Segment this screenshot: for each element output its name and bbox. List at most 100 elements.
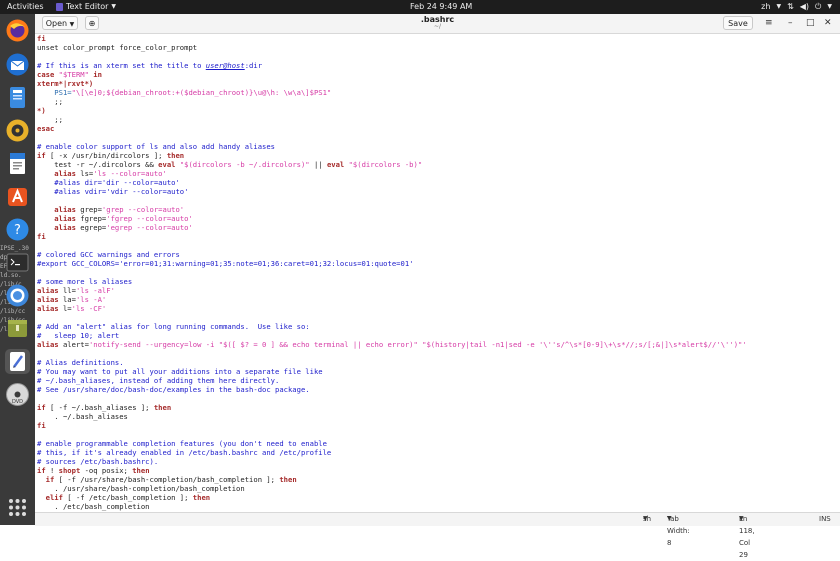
code-line[interactable]: # sources /etc/bash.bashrc). xyxy=(37,457,840,466)
code-token: # ~/.bash_aliases, instead of adding the… xyxy=(37,376,280,385)
code-line[interactable]: # Add an "alert" alias for long running … xyxy=(37,322,840,331)
code-token: alias xyxy=(37,340,63,349)
chevron-down-icon: ▼ xyxy=(776,3,782,10)
code-line[interactable]: alias egrep='egrep --color=auto' xyxy=(37,223,840,232)
code-line[interactable]: # Alias definitions. xyxy=(37,358,840,367)
chevron-down-icon: ▼ xyxy=(111,3,117,10)
minimize-icon[interactable]: – xyxy=(788,17,793,29)
files-icon[interactable] xyxy=(5,85,30,110)
code-line[interactable]: ;; xyxy=(37,97,840,106)
terminal-icon[interactable] xyxy=(5,250,30,275)
code-token: [ -f ~/.bash_aliases ]; xyxy=(49,403,154,412)
code-line[interactable]: alias fgrep='fgrep --color=auto' xyxy=(37,214,840,223)
code-line[interactable]: ​ xyxy=(37,268,840,277)
help-icon[interactable]: ? xyxy=(5,217,30,242)
app-grid-icon[interactable] xyxy=(5,495,30,520)
code-line[interactable]: # If this is an xterm set the title to u… xyxy=(37,61,840,70)
code-line[interactable]: PS1="\[\e]0;${debian_chroot:+($debian_ch… xyxy=(37,88,840,97)
app-menu[interactable]: Text Editor ▼ xyxy=(56,0,116,14)
code-line[interactable]: ​ xyxy=(37,241,840,250)
code-line[interactable]: fi xyxy=(37,34,840,43)
menu-icon[interactable]: ≡ xyxy=(765,17,773,29)
writer-icon[interactable] xyxy=(5,151,30,176)
software-icon[interactable] xyxy=(5,184,30,209)
code-line[interactable]: # sleep 10; alert xyxy=(37,331,840,340)
text-editor-area[interactable]: fiunset color_prompt force_color_prompt​… xyxy=(35,34,840,512)
code-line[interactable]: #alias vdir='vdir --color=auto' xyxy=(37,187,840,196)
code-line[interactable]: # enable color support of ls and also ad… xyxy=(37,142,840,151)
code-token: alias xyxy=(37,214,81,223)
system-tray[interactable]: zh ▼ ⇅ ◀) ⏻ ▼ xyxy=(761,0,832,14)
code-token: fgrep= xyxy=(80,214,107,223)
code-line[interactable]: alias l='ls -CF' xyxy=(37,304,840,313)
code-token: then xyxy=(132,466,150,475)
clock[interactable]: Feb 24 9:49 AM xyxy=(410,0,472,14)
svg-text:?: ? xyxy=(14,223,21,238)
code-line[interactable]: # ~/.bash_aliases, instead of adding the… xyxy=(37,376,840,385)
code-token: if xyxy=(37,466,50,475)
code-token: # enable color support of ls and also ad… xyxy=(37,142,275,151)
code-token: fi xyxy=(37,34,46,43)
close-icon[interactable]: ✕ xyxy=(824,17,832,29)
rhythmbox-icon[interactable] xyxy=(5,118,30,143)
save-button[interactable]: Save xyxy=(723,16,753,30)
code-token: # sleep 10; alert xyxy=(37,331,120,340)
code-token: # some more ls aliases xyxy=(37,277,133,286)
code-line[interactable]: if [ -f /usr/share/bash-completion/bash_… xyxy=(37,475,840,484)
code-line[interactable]: fi xyxy=(37,421,840,430)
code-line[interactable]: . /usr/share/bash-completion/bash_comple… xyxy=(37,484,840,493)
code-line[interactable]: if [ -f ~/.bash_aliases ]; then xyxy=(37,403,840,412)
code-token: unset color_prompt force_color_prompt xyxy=(37,43,198,52)
code-line[interactable]: # You may want to put all your additions… xyxy=(37,367,840,376)
code-line[interactable]: fi xyxy=(37,232,840,241)
code-line[interactable]: alias grep='grep --color=auto' xyxy=(37,205,840,214)
code-line[interactable]: ​ xyxy=(37,133,840,142)
code-line[interactable]: unset color_prompt force_color_prompt xyxy=(37,43,840,52)
code-line[interactable]: #alias dir='dir --color=auto' xyxy=(37,178,840,187)
thunderbird-icon[interactable] xyxy=(5,52,30,77)
dvd-icon[interactable]: DVD xyxy=(5,382,30,407)
code-line[interactable]: alias ls='ls --color=auto' xyxy=(37,169,840,178)
activities-button[interactable]: Activities xyxy=(7,0,44,14)
code-line[interactable]: #export GCC_COLORS='error=01;31:warning=… xyxy=(37,259,840,268)
code-line[interactable]: # some more ls aliases xyxy=(37,277,840,286)
archive-icon[interactable] xyxy=(5,316,30,341)
code-line[interactable]: ;; xyxy=(37,115,840,124)
code-line[interactable]: # See /usr/share/doc/bash-doc/examples i… xyxy=(37,385,840,394)
code-line[interactable]: ​ xyxy=(37,430,840,439)
code-token: # this, if it's already enabled in /etc/… xyxy=(37,448,332,457)
code-line[interactable]: . ~/.bash_aliases xyxy=(37,412,840,421)
code-line[interactable]: . /etc/bash_completion xyxy=(37,502,840,511)
chrome-icon[interactable] xyxy=(5,283,30,308)
code-line[interactable]: *) xyxy=(37,106,840,115)
text-editor-icon[interactable] xyxy=(5,349,30,374)
code-line[interactable]: ​ xyxy=(37,349,840,358)
code-token: elif xyxy=(37,493,68,502)
code-line[interactable]: # colored GCC warnings and errors xyxy=(37,250,840,259)
code-line[interactable]: alias ll='ls -alF' xyxy=(37,286,840,295)
code-line[interactable]: # this, if it's already enabled in /etc/… xyxy=(37,448,840,457)
code-line[interactable]: if [ -x /usr/bin/dircolors ]; then xyxy=(37,151,840,160)
code-line[interactable]: if ! shopt -oq posix; then xyxy=(37,466,840,475)
code-line[interactable]: alias alert='notify-send --urgency=low -… xyxy=(37,340,840,349)
code-line[interactable]: ​ xyxy=(37,313,840,322)
insert-mode-indicator[interactable]: INS xyxy=(819,513,831,525)
code-line[interactable]: elif [ -f /etc/bash_completion ]; then xyxy=(37,493,840,502)
code-line[interactable]: case "$TERM" in xyxy=(37,70,840,79)
code-line[interactable]: ​ xyxy=(37,196,840,205)
code-line[interactable]: test -r ~/.dircolors && eval "$(dircolor… xyxy=(37,160,840,169)
code-line[interactable]: ​ xyxy=(37,394,840,403)
code-token: 'notify-send --urgency=low -i "$([ $? = … xyxy=(88,340,747,349)
code-view[interactable]: fiunset color_prompt force_color_prompt​… xyxy=(35,34,840,511)
firefox-icon[interactable] xyxy=(5,18,30,43)
maximize-icon[interactable]: □ xyxy=(806,17,815,29)
volume-icon: ◀) xyxy=(799,2,810,11)
input-method-label[interactable]: zh xyxy=(761,0,770,14)
code-line[interactable]: ​ xyxy=(37,52,840,61)
code-line[interactable]: alias la='ls -A' xyxy=(37,295,840,304)
code-line[interactable]: esac xyxy=(37,124,840,133)
code-token: # Alias definitions. xyxy=(37,358,124,367)
code-token: test -r ~/.dircolors && xyxy=(37,160,159,169)
code-line[interactable]: xterm*|rxvt*) xyxy=(37,79,840,88)
code-line[interactable]: # enable programmable completion feature… xyxy=(37,439,840,448)
